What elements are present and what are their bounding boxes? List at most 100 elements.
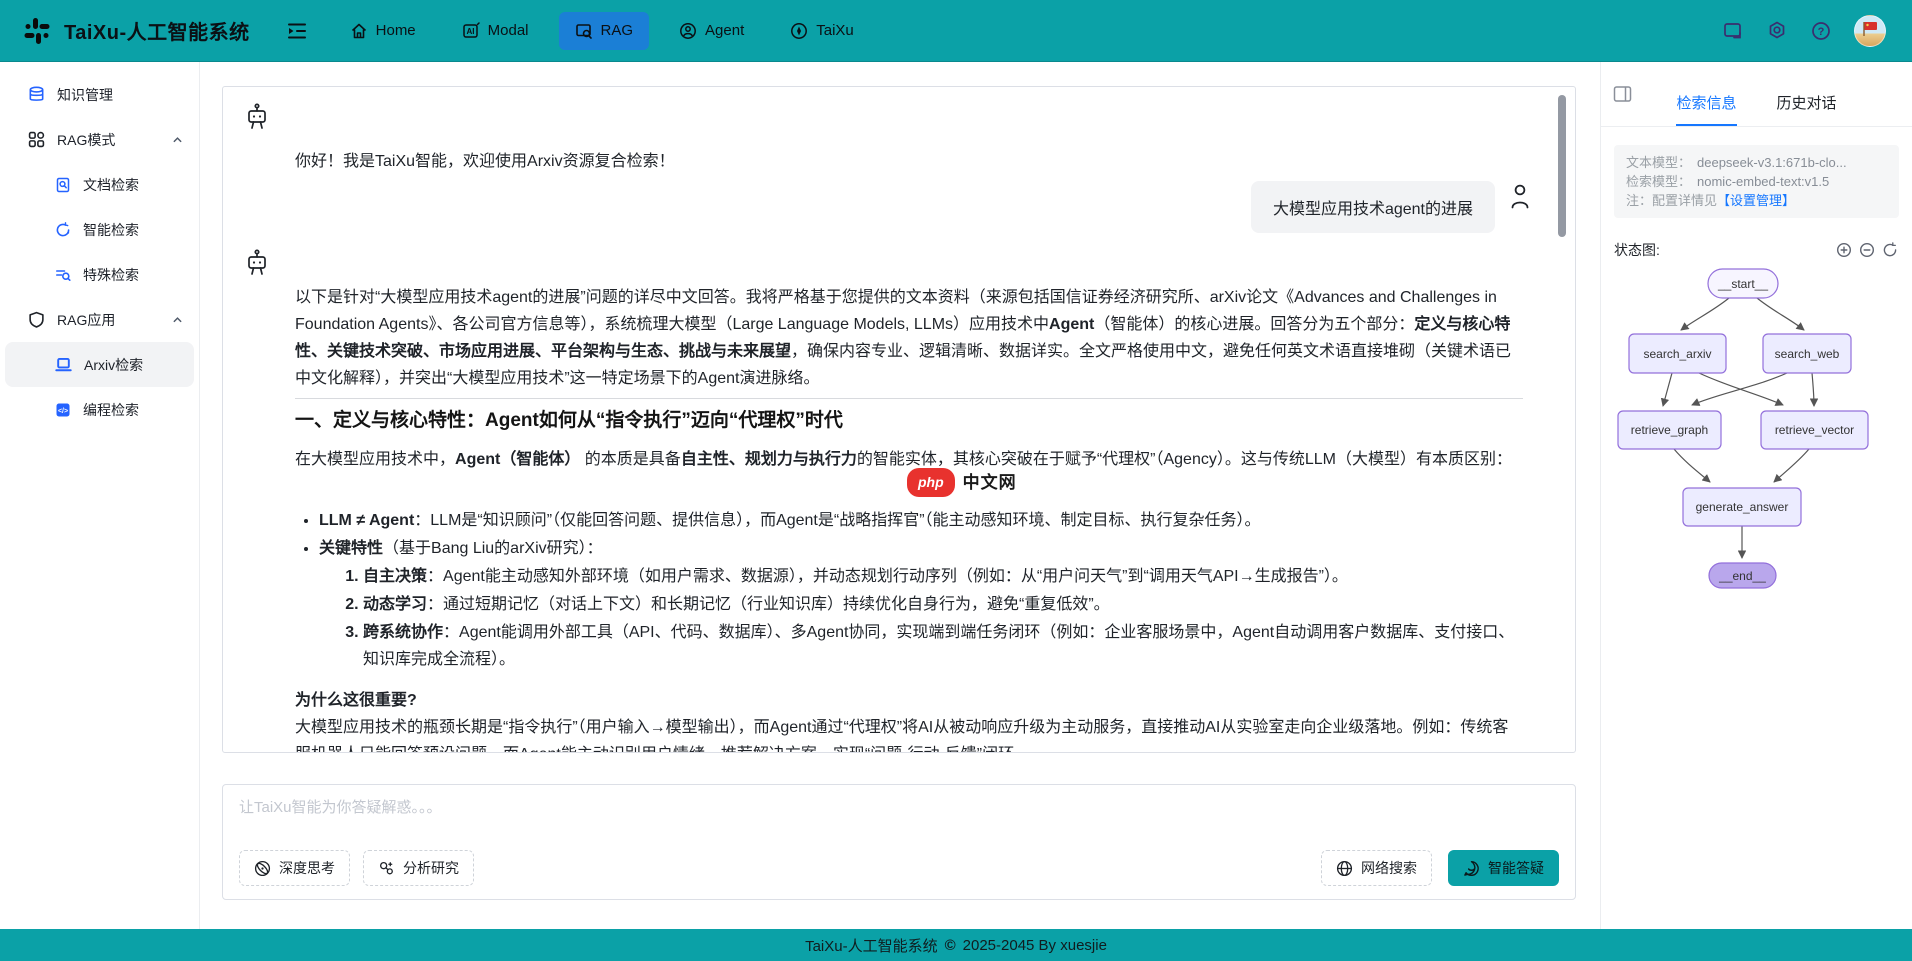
zoom-in-icon[interactable] <box>1836 242 1852 258</box>
right-info-panel: 检索信息 历史对话 文本模型： deepseek-v3.1:671b-clo..… <box>1600 62 1912 929</box>
graph-node-search-arxiv[interactable]: search_arxiv <box>1629 334 1726 373</box>
footer-rest: 2025-2045 By xuesjie <box>963 937 1107 954</box>
chat-scrollbar-thumb[interactable] <box>1558 95 1566 237</box>
bullet-item: LLM ≠ Agent：LLM是“知识顾问”（仅能回答问题、提供信息），而Age… <box>319 507 1523 534</box>
svg-text:search_arxiv: search_arxiv <box>1643 347 1711 361</box>
bot-message-answer: 以下是针对“大模型应用技术agent的进展”问题的详尽中文回答。我将严格基于您提… <box>245 249 1575 753</box>
main-nav: Home AI Modal RAG <box>334 12 870 50</box>
list-search-icon <box>55 267 71 283</box>
graph-node-start[interactable]: __start__ <box>1708 269 1778 298</box>
numbered-item: 跨系统协作：Agent能调用外部工具（API、代码、数据库）、多Agent协同，… <box>363 619 1523 673</box>
app-root: TaiXu-人工智能系统 Home AI Modal <box>0 0 1912 961</box>
avatar-flag-illustration <box>1855 16 1885 46</box>
app-title: TaiXu-人工智能系统 <box>64 16 250 45</box>
nav-item-home[interactable]: Home <box>334 12 432 50</box>
sidebar-item-label: Arxiv检索 <box>84 355 143 375</box>
sidebar-item-special-search[interactable]: 特殊检索 <box>0 252 199 297</box>
bot-message-greeting: 你好！我是TaiXu智能，欢迎使用Arxiv资源复合检索！ <box>245 103 1575 175</box>
copyright-icon: © <box>945 937 956 954</box>
sidebar-item-arxiv-search[interactable]: Arxiv检索 <box>5 342 194 387</box>
sidebar-group-rag-app[interactable]: RAG应用 <box>0 297 199 342</box>
reset-view-icon[interactable] <box>1882 242 1898 258</box>
sidebar-group-label: RAG应用 <box>57 310 115 330</box>
graph-node-generate-answer[interactable]: generate_answer <box>1683 488 1801 526</box>
doc-search-icon <box>55 177 71 193</box>
settings-gear-icon[interactable] <box>1766 20 1788 42</box>
zoom-out-icon[interactable] <box>1859 242 1875 258</box>
sidebar-item-smart-search[interactable]: 智能检索 <box>0 207 199 252</box>
svg-text:retrieve_vector: retrieve_vector <box>1775 423 1854 437</box>
sidebar-item-label: 文档检索 <box>83 175 139 195</box>
analyze-research-button[interactable]: 分析研究 <box>363 850 474 886</box>
svg-text:__start__: __start__ <box>1717 277 1768 291</box>
why-important-paragraph: 大模型应用技术的瓶颈长期是“指令执行”（用户输入→模型输出），而Agent通过“… <box>295 714 1523 753</box>
user-message: 大模型应用技术agent的进展 <box>245 181 1575 233</box>
text-model-row: 文本模型： deepseek-v3.1:671b-clo... <box>1626 153 1887 172</box>
php-logo-badge: php <box>907 468 955 497</box>
home-icon <box>350 22 368 40</box>
composer-left-buttons: 深度思考 分析研究 <box>239 850 474 886</box>
tab-retrieval-info[interactable]: 检索信息 <box>1676 92 1736 126</box>
web-search-button[interactable]: 网络搜索 <box>1321 850 1432 886</box>
retrieval-model-row: 检索模型： nomic-embed-text:v1.5 <box>1626 172 1887 191</box>
config-note-label: 注：配置详情见 <box>1626 191 1717 210</box>
chevron-up-icon <box>172 134 183 145</box>
state-graph-diagram[interactable]: __start__ search_arxiv search_web retrie… <box>1601 264 1912 621</box>
svg-text:AI: AI <box>466 27 474 36</box>
deep-think-label: 深度思考 <box>279 858 335 878</box>
nav-item-label: RAG <box>601 22 634 39</box>
smart-refresh-icon <box>55 222 71 238</box>
deep-think-button[interactable]: 深度思考 <box>239 850 350 886</box>
feedback-chat-icon[interactable] <box>1722 20 1744 42</box>
retrieval-model-value: nomic-embed-text:v1.5 <box>1697 172 1829 191</box>
graph-node-end[interactable]: __end__ <box>1709 563 1776 588</box>
graph-node-retrieve-graph[interactable]: retrieve_graph <box>1618 411 1721 449</box>
sidebar-collapse-icon[interactable] <box>286 20 308 42</box>
user-person-icon <box>1509 183 1531 209</box>
tabs-divider <box>1601 126 1912 127</box>
smart-qa-button[interactable]: 智能答疑 <box>1448 850 1559 886</box>
user-avatar[interactable] <box>1854 15 1886 47</box>
text-model-value: deepseek-v3.1:671b-clo... <box>1697 153 1847 172</box>
panel-collapse-icon[interactable] <box>1613 85 1632 103</box>
help-icon[interactable]: ? <box>1810 20 1832 42</box>
nav-item-taixu[interactable]: TaiXu <box>774 12 870 50</box>
retrieval-model-label: 检索模型： <box>1626 172 1691 191</box>
php-site-name: 中文网 <box>963 469 1017 496</box>
graph-tools <box>1836 242 1898 258</box>
bot-greeting-text: 你好！我是TaiXu智能，欢迎使用Arxiv资源复合检索！ <box>295 148 1523 175</box>
sidebar-group-rag-mode[interactable]: RAG模式 <box>0 117 199 162</box>
answer-body: 以下是针对“大模型应用技术agent的进展”问题的详尽中文回答。我将严格基于您提… <box>295 284 1523 753</box>
sidebar-item-code-search[interactable]: </> 编程检索 <box>0 387 199 432</box>
globe-icon <box>1336 860 1353 877</box>
message-composer[interactable]: 让TaiXu智能为你答疑解惑。。。 深度思考 分析研究 <box>222 784 1576 900</box>
svg-text:__end__: __end__ <box>1718 569 1766 583</box>
state-graph-label: 状态图: <box>1614 240 1660 260</box>
settings-management-link[interactable]: 【设置管理】 <box>1717 191 1795 210</box>
code-icon: </> <box>55 402 71 418</box>
text-model-label: 文本模型： <box>1626 153 1691 172</box>
composer-input-placeholder[interactable]: 让TaiXu智能为你答疑解惑。。。 <box>239 796 442 817</box>
section-divider <box>295 398 1523 399</box>
answer-bullet-list: LLM ≠ Agent：LLM是“知识顾问”（仅能回答问题、提供信息），而Age… <box>295 507 1523 673</box>
svg-text:generate_answer: generate_answer <box>1696 500 1789 514</box>
navbar-right-tools: ? <box>1722 15 1886 47</box>
nav-item-rag[interactable]: RAG <box>559 12 650 50</box>
web-search-label: 网络搜索 <box>1361 858 1417 878</box>
composer-right-buttons: 网络搜索 智能答疑 <box>1321 850 1559 886</box>
app-logo-icon <box>22 16 52 46</box>
nav-item-label: Agent <box>705 22 744 39</box>
footer-brand: TaiXu-人工智能系统 <box>805 935 938 956</box>
section1-heading: 一、定义与核心特性：Agent如何从“指令执行”迈向“代理权”时代 <box>295 407 1523 434</box>
sidebar-item-knowledge[interactable]: 知识管理 <box>0 72 199 117</box>
nav-item-agent[interactable]: Agent <box>663 12 760 50</box>
graph-node-search-web[interactable]: search_web <box>1763 334 1851 373</box>
svg-text:?: ? <box>1818 26 1825 38</box>
nav-item-label: Modal <box>488 22 529 39</box>
nav-item-modal[interactable]: AI Modal <box>446 12 545 50</box>
sidebar-item-doc-search[interactable]: 文档检索 <box>0 162 199 207</box>
smart-qa-label: 智能答疑 <box>1488 858 1544 878</box>
tab-history-dialog[interactable]: 历史对话 <box>1777 92 1837 126</box>
graph-node-retrieve-vector[interactable]: retrieve_vector <box>1761 411 1868 449</box>
top-navbar: TaiXu-人工智能系统 Home AI Modal <box>0 0 1912 62</box>
